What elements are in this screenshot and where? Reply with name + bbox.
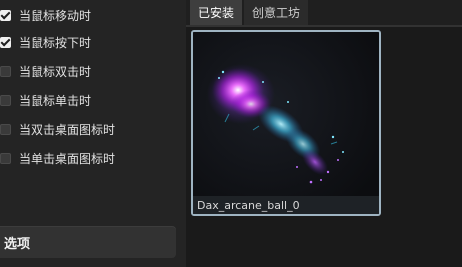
option-click-desktop-icon[interactable]: 当单击桌面图标时 [0, 147, 180, 169]
checkbox-unchecked-icon[interactable] [0, 94, 11, 106]
effect-name: Dax_arcane_ball_0 [197, 198, 300, 212]
option-label: 当单击桌面图标时 [19, 151, 116, 166]
option-label: 当鼠标双击时 [19, 64, 92, 79]
option-label: 当鼠标移动时 [19, 8, 92, 23]
checkbox-unchecked-icon[interactable] [0, 65, 11, 77]
option-mouse-move[interactable]: 当鼠标移动时 [0, 4, 180, 26]
section-title: 选项 [4, 236, 31, 252]
option-label: 当双击桌面图标时 [19, 122, 116, 137]
effect-thumbnail [193, 32, 379, 214]
checkbox-unchecked-icon[interactable] [0, 152, 11, 164]
left-panel: 当鼠标移动时 当鼠标按下时 当鼠标双击时 当鼠标单击时 当双击桌面图标时 当单击… [0, 0, 186, 267]
effect-caption: Dax_arcane_ball_0 [193, 196, 379, 214]
option-mouse-click[interactable]: 当鼠标单击时 [0, 89, 180, 111]
option-double-click-desktop-icon[interactable]: 当双击桌面图标时 [0, 118, 180, 140]
right-panel: 已安装 创意工坊 Dax_arcane_ball_0 [186, 0, 462, 267]
checkbox-checked-icon[interactable] [0, 9, 11, 21]
option-label: 当鼠标单击时 [19, 93, 92, 108]
tab-workshop[interactable]: 创意工坊 [244, 0, 309, 25]
effect-card[interactable]: Dax_arcane_ball_0 [191, 30, 381, 216]
options-section-header[interactable]: 选项 [0, 226, 176, 258]
option-label: 当鼠标按下时 [19, 35, 92, 50]
option-mouse-double-click[interactable]: 当鼠标双击时 [0, 60, 180, 82]
checkbox-checked-icon[interactable] [0, 36, 11, 48]
option-mouse-down[interactable]: 当鼠标按下时 [0, 31, 180, 53]
tab-installed[interactable]: 已安装 [190, 0, 243, 25]
tab-bar: 已安装 创意工坊 [186, 0, 462, 25]
tab-divider [186, 25, 462, 27]
checkbox-unchecked-icon[interactable] [0, 123, 11, 135]
